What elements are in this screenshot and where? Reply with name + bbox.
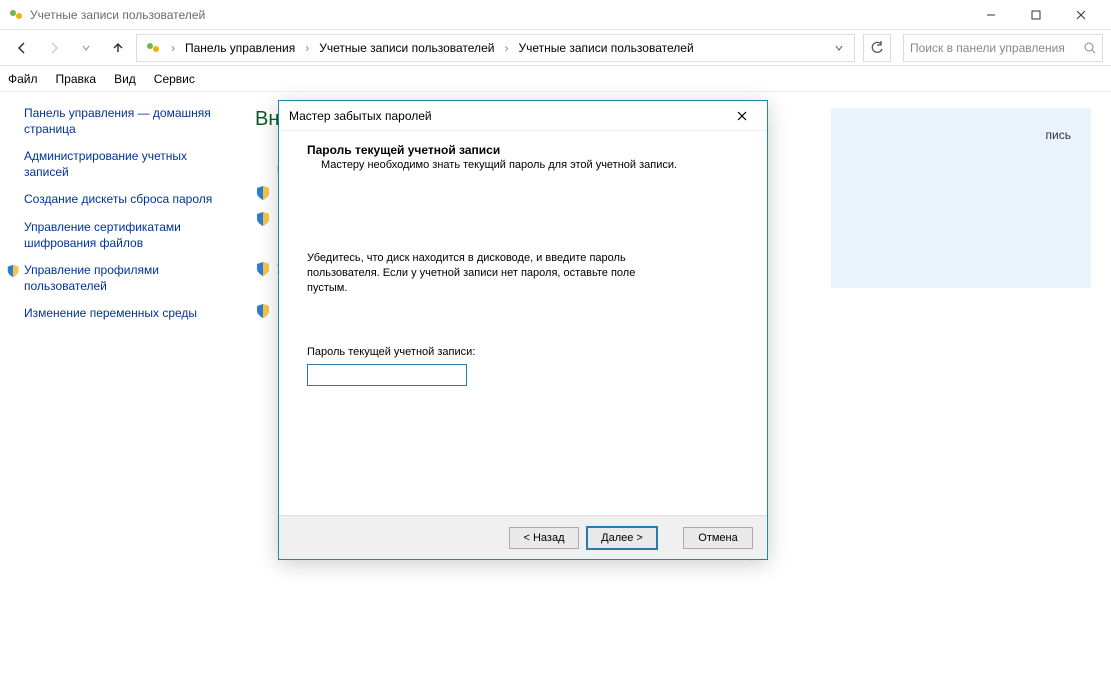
chevron-right-icon[interactable]: › bbox=[502, 41, 510, 55]
recent-dropdown[interactable] bbox=[72, 34, 100, 62]
navigation-bar: › Панель управления › Учетные записи пол… bbox=[0, 30, 1111, 66]
search-icon bbox=[1084, 42, 1096, 54]
chevron-right-icon[interactable]: › bbox=[169, 41, 177, 55]
user-accounts-icon bbox=[145, 40, 161, 56]
shield-icon bbox=[255, 261, 271, 277]
breadcrumb-item[interactable]: Учетные записи пользователей bbox=[514, 39, 697, 57]
dialog-close-button[interactable] bbox=[727, 104, 757, 128]
chevron-right-icon[interactable]: › bbox=[303, 41, 311, 55]
cancel-button[interactable]: Отмена bbox=[683, 527, 753, 549]
sidebar-item-label: Управление профилями пользователей bbox=[24, 263, 159, 293]
up-button[interactable] bbox=[104, 34, 132, 62]
sidebar: Панель управления — домашняя страница Ад… bbox=[0, 92, 235, 673]
breadcrumb[interactable]: › Панель управления › Учетные записи пол… bbox=[136, 34, 855, 62]
shield-icon bbox=[255, 185, 271, 201]
minimize-button[interactable] bbox=[968, 1, 1013, 29]
shield-icon bbox=[255, 303, 271, 319]
sidebar-item-reset-disk[interactable]: Создание дискеты сброса пароля bbox=[24, 192, 225, 208]
chevron-down-icon[interactable] bbox=[834, 43, 844, 53]
dialog-footer: < Назад Далее > Отмена bbox=[279, 515, 767, 559]
breadcrumb-item[interactable]: Учетные записи пользователей bbox=[315, 39, 498, 57]
menu-bar: Файл Правка Вид Сервис bbox=[0, 66, 1111, 92]
forgotten-password-wizard-dialog: Мастер забытых паролей Пароль текущей уч… bbox=[278, 100, 768, 560]
password-input[interactable] bbox=[307, 364, 467, 386]
sidebar-item-certificates[interactable]: Управление сертификатами шифрования файл… bbox=[24, 220, 225, 251]
refresh-button[interactable] bbox=[863, 34, 891, 62]
dialog-title: Мастер забытых паролей bbox=[289, 109, 727, 123]
dialog-subtitle: Мастеру необходимо знать текущий пароль … bbox=[321, 159, 739, 171]
sidebar-item-admin[interactable]: Администрирование учетных записей bbox=[24, 149, 225, 180]
window-titlebar: Учетные записи пользователей bbox=[0, 0, 1111, 30]
breadcrumb-item[interactable]: Панель управления bbox=[181, 39, 299, 57]
account-info-panel: пись bbox=[831, 108, 1091, 288]
account-type-label: пись bbox=[851, 128, 1071, 142]
next-button[interactable]: Далее > bbox=[587, 527, 657, 549]
maximize-button[interactable] bbox=[1013, 1, 1058, 29]
dialog-instruction: Убедитесь, что диск находится в дисковод… bbox=[307, 251, 637, 296]
shield-icon bbox=[255, 211, 271, 227]
menu-service[interactable]: Сервис bbox=[154, 72, 195, 86]
back-button[interactable] bbox=[8, 34, 36, 62]
search-input[interactable]: Поиск в панели управления bbox=[903, 34, 1103, 62]
dialog-titlebar[interactable]: Мастер забытых паролей bbox=[279, 101, 767, 131]
dialog-heading: Пароль текущей учетной записи bbox=[307, 143, 739, 157]
forward-button[interactable] bbox=[40, 34, 68, 62]
user-accounts-icon bbox=[8, 7, 24, 23]
shield-icon bbox=[6, 264, 20, 278]
search-placeholder: Поиск в панели управления bbox=[910, 41, 1065, 55]
sidebar-item-home[interactable]: Панель управления — домашняя страница bbox=[24, 106, 225, 137]
back-button[interactable]: < Назад bbox=[509, 527, 579, 549]
password-field-label: Пароль текущей учетной записи: bbox=[307, 346, 739, 358]
sidebar-item-env[interactable]: Изменение переменных среды bbox=[24, 306, 225, 322]
close-button[interactable] bbox=[1058, 1, 1103, 29]
menu-file[interactable]: Файл bbox=[8, 72, 38, 86]
menu-view[interactable]: Вид bbox=[114, 72, 136, 86]
sidebar-item-profiles[interactable]: Управление профилями пользователей bbox=[6, 263, 225, 294]
window-title: Учетные записи пользователей bbox=[30, 8, 968, 22]
menu-edit[interactable]: Правка bbox=[56, 72, 97, 86]
